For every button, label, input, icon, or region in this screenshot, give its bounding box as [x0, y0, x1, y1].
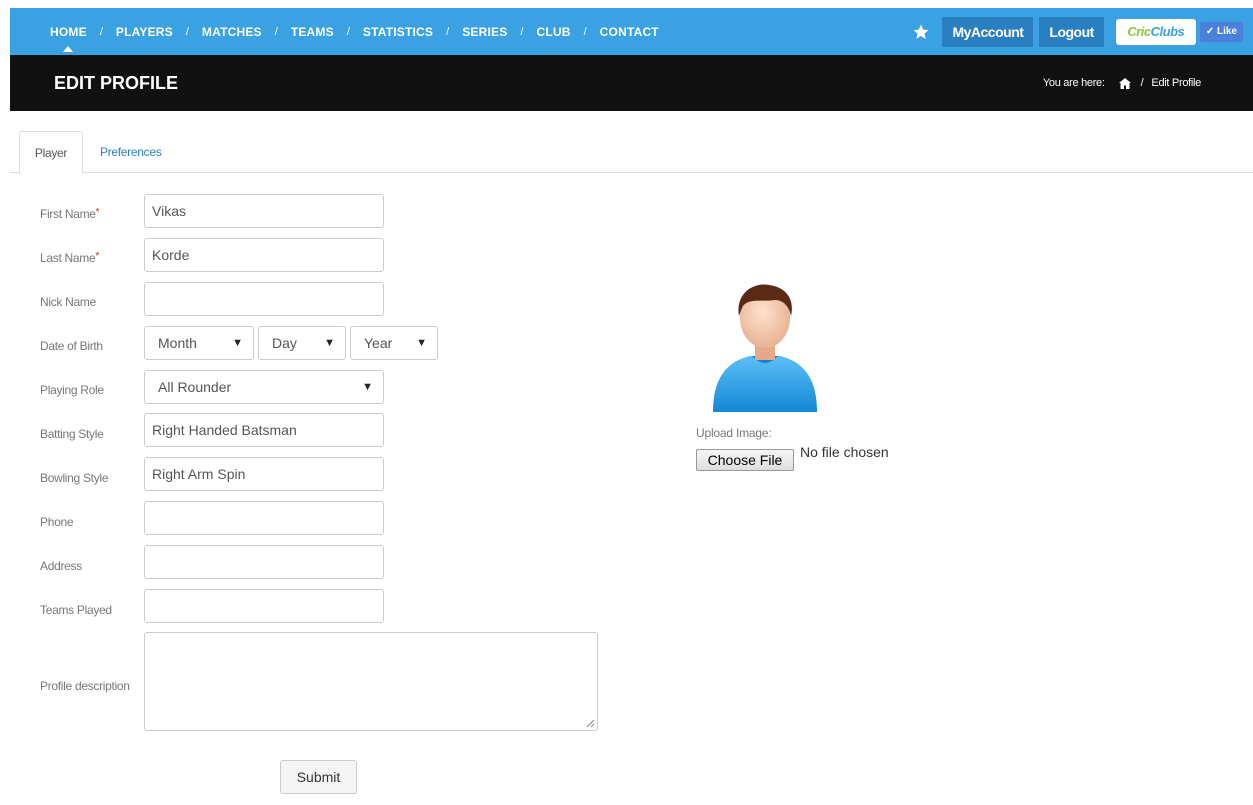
title-bar: EDIT PROFILE You are here: / Edit Profil…: [10, 55, 1253, 111]
first-name-label-text: First Name: [40, 207, 96, 221]
nick-name-label: Nick Name: [40, 295, 96, 309]
breadcrumb: You are here: / Edit Profile: [1043, 55, 1201, 111]
dob-day-select[interactable]: Day ▼: [258, 326, 346, 360]
nav-right: MyAccount Logout Cric Clubs ✓ Like: [912, 8, 1243, 55]
breadcrumb-prefix: You are here:: [1042, 77, 1105, 89]
nick-name-input[interactable]: [144, 282, 384, 316]
nav-contact[interactable]: CONTACT: [600, 25, 659, 39]
profile-tabs: Player Preferences: [10, 131, 1253, 174]
batting-style-input[interactable]: [144, 413, 384, 447]
last-name-input[interactable]: [144, 238, 384, 272]
nav-home[interactable]: HOME: [50, 25, 87, 52]
dob-year-value: Year: [364, 335, 393, 351]
last-name-label: Last Name*: [40, 251, 99, 265]
nav-series[interactable]: SERIES: [462, 25, 507, 39]
required-mark: *: [95, 251, 99, 262]
profile-description-textarea[interactable]: [144, 632, 598, 731]
nav-separator: /: [446, 25, 450, 38]
playing-role-value: All Rounder: [158, 379, 232, 395]
dropdown-arrow-icon: ▼: [416, 337, 427, 349]
page-left-edge: [0, 0, 10, 805]
choose-file-button[interactable]: Choose File: [696, 449, 794, 471]
last-name-label-text: Last Name: [40, 251, 96, 265]
playing-role-label: Playing Role: [40, 383, 104, 397]
cricclubs-logo[interactable]: Cric Clubs: [1115, 18, 1196, 45]
upload-image-label: Upload Image:: [696, 426, 772, 440]
playing-role-select[interactable]: All Rounder ▼: [144, 370, 384, 404]
nav-separator: /: [346, 25, 350, 38]
teams-played-label: Teams Played: [40, 603, 112, 617]
phone-label: Phone: [40, 515, 74, 529]
phone-input[interactable]: [144, 501, 384, 535]
address-input[interactable]: [144, 545, 384, 579]
tab-player[interactable]: Player: [19, 131, 83, 174]
address-label: Address: [40, 559, 82, 573]
my-account-button[interactable]: MyAccount: [942, 16, 1034, 47]
first-name-label: First Name*: [40, 207, 100, 221]
nav-separator: /: [185, 25, 189, 38]
logout-button[interactable]: Logout: [1039, 16, 1104, 47]
nav-separator: /: [274, 25, 278, 38]
breadcrumb-current: Edit Profile: [1151, 77, 1201, 89]
dob-month-value: Month: [158, 335, 197, 351]
star-icon[interactable]: [912, 23, 930, 41]
dob-label: Date of Birth: [40, 339, 103, 353]
nav-matches[interactable]: MATCHES: [202, 25, 262, 39]
top-navbar: HOME / PLAYERS / MATCHES / TEAMS / STATI…: [10, 8, 1253, 55]
nav-separator: /: [520, 25, 524, 38]
dropdown-arrow-icon: ▼: [324, 337, 335, 349]
dob-year-select[interactable]: Year ▼: [350, 326, 438, 360]
dropdown-arrow-icon: ▼: [232, 337, 243, 349]
nav-teams[interactable]: TEAMS: [291, 25, 334, 39]
teams-played-input[interactable]: [144, 589, 384, 623]
batting-style-label: Batting Style: [40, 427, 104, 441]
logo-text-a: Cric: [1127, 24, 1151, 39]
nav-links: HOME / PLAYERS / MATCHES / TEAMS / STATI…: [50, 8, 659, 55]
file-status: No file chosen: [800, 444, 889, 460]
page-title: EDIT PROFILE: [54, 73, 179, 93]
nav-players[interactable]: PLAYERS: [116, 25, 173, 39]
like-button[interactable]: ✓ Like: [1199, 21, 1243, 42]
logo-text-b: Clubs: [1150, 24, 1185, 39]
tab-preferences[interactable]: Preferences: [100, 131, 162, 173]
resize-grip-icon[interactable]: [585, 718, 595, 728]
dropdown-arrow-icon: ▼: [362, 381, 373, 393]
dob-day-value: Day: [272, 335, 297, 351]
bowling-style-label: Bowling Style: [40, 471, 109, 485]
profile-avatar-icon: [705, 280, 825, 415]
home-icon[interactable]: [1118, 77, 1131, 89]
nav-separator: /: [99, 25, 103, 38]
breadcrumb-separator: /: [1140, 77, 1144, 89]
first-name-input[interactable]: [144, 194, 384, 228]
dob-month-select[interactable]: Month ▼: [144, 326, 254, 360]
bowling-style-input[interactable]: [144, 457, 384, 491]
nav-separator: /: [583, 25, 587, 38]
nav-statistics[interactable]: STATISTICS: [363, 25, 433, 39]
required-mark: *: [95, 207, 100, 218]
submit-button[interactable]: Submit: [280, 760, 357, 794]
profile-description-label: Profile description: [40, 679, 130, 693]
nav-club[interactable]: CLUB: [536, 25, 570, 39]
